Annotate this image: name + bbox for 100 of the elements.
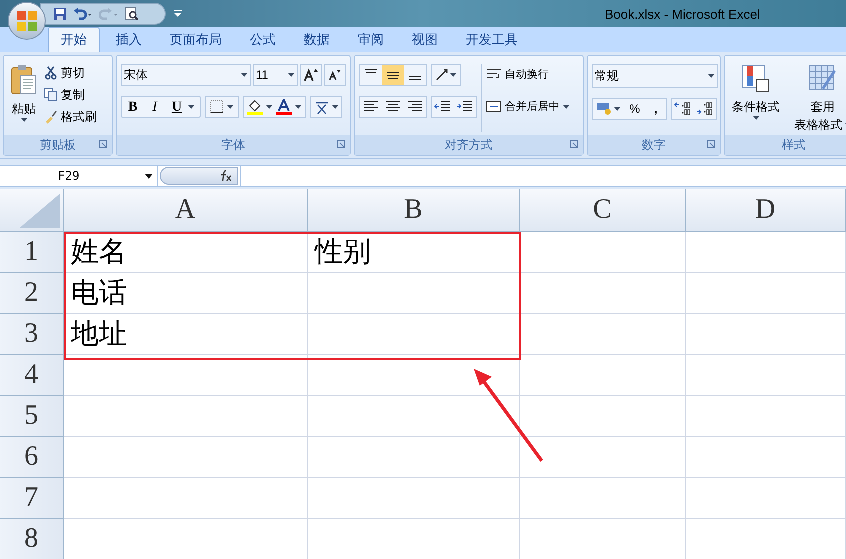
row-header[interactable]: 8 [0,519,64,559]
ribbon-tab[interactable]: 开发工具 [454,27,530,52]
group-label: 字体 [222,137,246,154]
dropdown-caret-icon[interactable] [295,105,302,109]
bold-button[interactable]: B [122,97,144,117]
dropdown-caret-icon[interactable] [20,118,28,122]
grow-font-button[interactable] [300,64,322,86]
dropdown-caret-icon[interactable] [227,105,234,109]
underline-button[interactable]: U [166,97,188,117]
ribbon-tab[interactable]: 视图 [400,27,450,52]
table-cell[interactable] [308,437,520,478]
table-cell[interactable] [686,396,846,437]
row-header[interactable]: 4 [0,355,64,396]
dropdown-caret-icon[interactable] [708,74,715,78]
customize-toolbar-icon[interactable] [174,10,182,17]
paste-button[interactable]: 粘贴 [8,64,40,135]
dialog-launcher-icon[interactable] [570,140,578,148]
table-cell[interactable] [308,396,520,437]
table-cell[interactable]: 性别 [308,232,520,273]
fill-color-icon[interactable] [247,99,263,115]
row-header[interactable]: 1 [0,232,64,273]
comma-button[interactable]: , [646,100,666,118]
ribbon-tab[interactable]: 数据 [292,27,342,52]
italic-button[interactable]: I [144,97,166,117]
table-cell[interactable] [520,273,686,314]
phonetic-button[interactable] [310,96,342,118]
font-size-dropdown[interactable]: 11 [253,64,298,86]
table-cell[interactable] [520,314,686,355]
copy-button[interactable]: 复制 [44,86,97,104]
ribbon-tab[interactable]: 页面布局 [158,27,234,52]
vertical-align-icon[interactable] [382,65,404,85]
merge-cells-icon [486,100,502,114]
table-cell[interactable] [64,355,308,396]
dropdown-caret-icon[interactable] [266,105,273,109]
column-header[interactable]: B [308,189,520,231]
row-header[interactable]: 3 [0,314,64,355]
table-cell[interactable] [686,437,846,478]
dropdown-caret-icon[interactable] [563,105,570,109]
ribbon-tab[interactable]: 开始 [48,27,100,52]
row-header[interactable]: 2 [0,273,64,314]
conditional-format-button[interactable]: 条件格式 [729,64,784,135]
table-cell[interactable] [686,355,846,396]
table-cell[interactable] [686,478,846,519]
format-as-table-button[interactable]: 套用 表格格式 [787,64,846,135]
table-cell[interactable] [686,314,846,355]
dropdown-caret-icon[interactable] [145,174,153,178]
merge-center-button[interactable]: 合并后居中 [486,98,570,116]
dialog-launcher-icon[interactable] [707,140,715,148]
grow-font-icon [304,68,318,82]
table-cell[interactable] [520,396,686,437]
cut-button[interactable]: 剪切 [44,64,97,82]
table-cell[interactable] [520,355,686,396]
row-header[interactable]: 7 [0,478,64,519]
name-box[interactable]: F29 [0,166,158,186]
table-cell[interactable] [520,478,686,519]
format-painter-button[interactable]: 格式刷 [44,108,97,126]
shrink-font-button[interactable] [324,64,346,86]
dialog-launcher-icon[interactable] [99,140,107,148]
ribbon-tab[interactable]: 公式 [238,27,288,52]
borders-button[interactable] [205,96,239,118]
ribbon-tab[interactable]: 插入 [104,27,154,52]
row-header[interactable]: 6 [0,437,64,478]
undo-icon[interactable] [73,6,93,20]
table-cell[interactable] [686,273,846,314]
ribbon-tab[interactable]: 审阅 [346,27,396,52]
dropdown-caret-icon[interactable] [752,116,760,120]
table-cell[interactable]: 电话 [64,273,308,314]
dropdown-caret-icon[interactable] [450,73,457,77]
table-cell[interactable] [686,232,846,273]
table-cell[interactable] [64,437,308,478]
percent-button[interactable]: % [624,100,646,118]
wrap-text-button[interactable]: 自动换行 [486,66,570,84]
table-cell[interactable] [520,232,686,273]
table-cell[interactable] [520,437,686,478]
table-cell[interactable] [64,478,308,519]
clipboard-icon [10,64,38,96]
dialog-launcher-icon[interactable] [337,140,345,148]
table-cell[interactable] [308,478,520,519]
dropdown-caret-icon[interactable] [188,105,195,109]
dropdown-caret-icon[interactable] [614,107,621,111]
dropdown-caret-icon[interactable] [288,73,295,77]
dropdown-caret-icon[interactable] [332,105,338,109]
column-header[interactable]: A [64,189,308,231]
table-cell[interactable]: 地址 [64,314,308,355]
diagonal-arrow-icon [435,68,449,82]
table-cell[interactable]: 姓名 [64,232,308,273]
column-header[interactable]: C [520,189,686,231]
dropdown-caret-icon[interactable] [241,73,248,77]
brush-icon [44,110,58,124]
font-name-dropdown[interactable]: 宋体 [121,64,251,86]
font-color-icon[interactable] [276,99,292,115]
save-icon[interactable] [53,6,67,20]
table-cell[interactable] [64,396,308,437]
orientation-button[interactable] [431,64,461,86]
function-icon[interactable] [219,170,233,182]
shrink-font-icon [329,69,341,81]
column-header[interactable]: D [686,189,846,231]
number-format-dropdown[interactable]: 常规 [592,64,718,88]
print-preview-icon[interactable] [125,6,139,20]
row-header[interactable]: 5 [0,396,64,437]
